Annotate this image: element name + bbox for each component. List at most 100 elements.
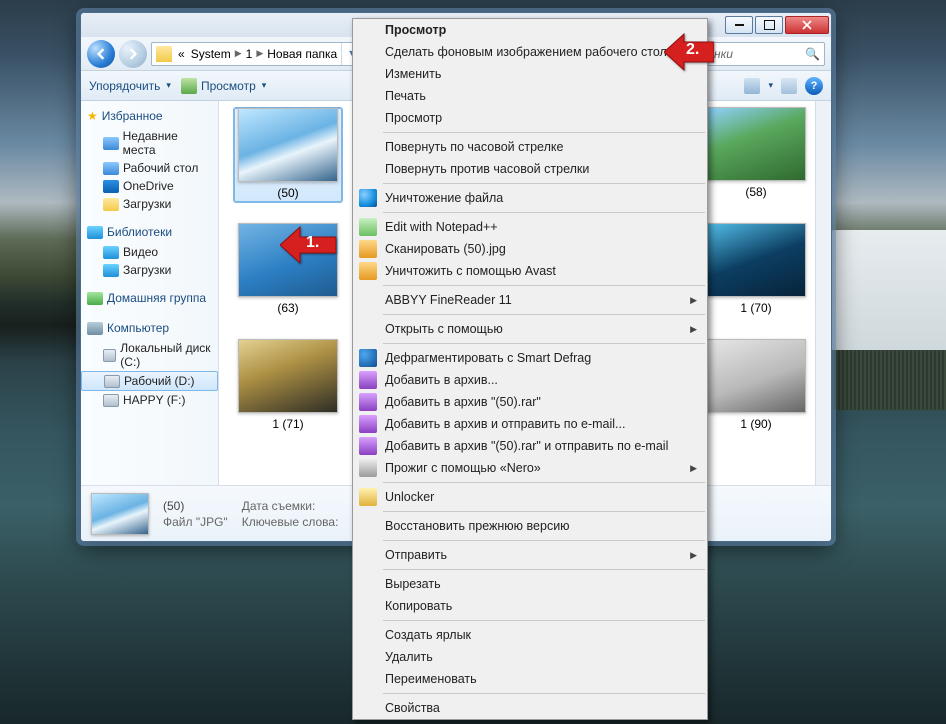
menu-item[interactable]: Открыть с помощью	[353, 318, 707, 340]
menu-icon	[359, 189, 377, 207]
back-button[interactable]	[87, 40, 115, 68]
separator	[383, 511, 705, 512]
breadcrumb-0[interactable]: System	[189, 47, 233, 61]
nav-recent[interactable]: Недавние места	[81, 127, 218, 159]
menu-item[interactable]: Дефрагментировать с Smart Defrag	[353, 347, 707, 369]
menu-item[interactable]: Повернуть по часовой стрелке	[353, 136, 707, 158]
favorites-group[interactable]: ★ Избранное	[81, 107, 218, 127]
recent-icon	[103, 137, 119, 150]
organize-button[interactable]: Упорядочить	[89, 79, 171, 93]
chevron-right-icon: ▶	[235, 48, 242, 59]
menu-item[interactable]: Сделать фоновым изображением рабочего ст…	[353, 41, 707, 63]
computer-group[interactable]: Компьютер	[81, 319, 218, 339]
menu-item[interactable]: Переименовать	[353, 668, 707, 690]
menu-label: Дефрагментировать с Smart Defrag	[385, 351, 591, 365]
thumbnail-image	[238, 339, 338, 413]
preview-button[interactable]: Просмотр	[181, 78, 266, 94]
menu-item[interactable]: Unlocker	[353, 486, 707, 508]
nav-downloads[interactable]: Загрузки	[81, 195, 218, 213]
menu-item[interactable]: Свойства	[353, 697, 707, 719]
video-icon	[103, 246, 119, 259]
separator	[383, 285, 705, 286]
nav-video[interactable]: Видео	[81, 243, 218, 261]
menu-label: Прожиг с помощью «Nero»	[385, 461, 541, 475]
separator	[383, 693, 705, 694]
disk-icon	[104, 375, 120, 388]
menu-label: Сделать фоновым изображением рабочего ст…	[385, 45, 674, 59]
separator	[383, 343, 705, 344]
menu-item[interactable]: Восстановить прежнюю версию	[353, 515, 707, 537]
menu-item[interactable]: Добавить в архив "(50).rar" и отправить …	[353, 435, 707, 457]
search-input[interactable]: нки 🔍	[707, 42, 825, 66]
search-placeholder: нки	[714, 47, 733, 61]
minimize-button[interactable]	[725, 16, 753, 34]
menu-label: Печать	[385, 89, 426, 103]
menu-label: Создать ярлык	[385, 628, 471, 642]
folder-icon	[156, 46, 172, 62]
separator	[383, 482, 705, 483]
menu-item[interactable]: Добавить в архив и отправить по e-mail..…	[353, 413, 707, 435]
menu-item[interactable]: Сканировать (50).jpg	[353, 238, 707, 260]
menu-item[interactable]: Edit with Notepad++	[353, 216, 707, 238]
breadcrumb-2[interactable]: Новая папка	[265, 47, 339, 61]
homegroup-icon	[87, 292, 103, 305]
menu-label: Изменить	[385, 67, 441, 81]
nav-lib-downloads[interactable]: Загрузки	[81, 261, 218, 279]
help-button[interactable]: ?	[805, 77, 823, 95]
menu-label: Добавить в архив...	[385, 373, 498, 387]
file-thumbnail[interactable]: (58)	[701, 107, 811, 199]
nav-desktop[interactable]: Рабочий стол	[81, 159, 218, 177]
file-thumbnail[interactable]: (50)	[233, 107, 343, 203]
file-thumbnail[interactable]: 1 (71)	[233, 339, 343, 431]
menu-item[interactable]: Удалить	[353, 646, 707, 668]
menu-label: Просмотр	[385, 23, 446, 37]
menu-item[interactable]: Уничтожить с помощью Avast	[353, 260, 707, 282]
menu-item[interactable]: Повернуть против часовой стрелки	[353, 158, 707, 180]
menu-item[interactable]: Просмотр	[353, 19, 707, 41]
menu-icon	[359, 488, 377, 506]
nav-onedrive[interactable]: OneDrive	[81, 177, 218, 195]
disk-icon	[103, 394, 119, 407]
libraries-group[interactable]: Библиотеки	[81, 223, 218, 243]
maximize-button[interactable]	[755, 16, 783, 34]
view-mode-button[interactable]	[744, 78, 760, 94]
nav-disk-f[interactable]: HAPPY (F:)	[81, 391, 218, 409]
menu-item[interactable]: Просмотр	[353, 107, 707, 129]
preview-icon	[181, 78, 197, 94]
file-thumbnail[interactable]: 1 (70)	[701, 223, 811, 315]
thumbnail-image	[706, 339, 806, 413]
menu-item[interactable]: Копировать	[353, 595, 707, 617]
nav-disk-d[interactable]: Рабочий (D:)	[81, 371, 218, 391]
menu-item[interactable]: Уничтожение файла	[353, 187, 707, 209]
menu-item[interactable]: Добавить в архив "(50).rar"	[353, 391, 707, 413]
menu-label: Добавить в архив "(50).rar" и отправить …	[385, 439, 668, 453]
menu-icon	[359, 218, 377, 236]
homegroup[interactable]: Домашняя группа	[81, 289, 218, 309]
forward-button[interactable]	[119, 40, 147, 68]
file-thumbnail[interactable]: 1 (90)	[701, 339, 811, 431]
menu-icon	[359, 437, 377, 455]
thumbnail-label: (58)	[745, 185, 766, 199]
scrollbar[interactable]	[815, 101, 831, 485]
menu-item[interactable]: Отправить	[353, 544, 707, 566]
preview-pane-button[interactable]	[781, 78, 797, 94]
menu-icon	[359, 459, 377, 477]
close-button[interactable]	[785, 16, 829, 34]
menu-label: Копировать	[385, 599, 452, 613]
breadcrumb-prefix[interactable]: «	[176, 47, 187, 61]
menu-item[interactable]: Создать ярлык	[353, 624, 707, 646]
menu-label: Переименовать	[385, 672, 477, 686]
navigation-pane[interactable]: ★ Избранное Недавние места Рабочий стол …	[81, 101, 219, 485]
nav-disk-c[interactable]: Локальный диск (C:)	[81, 339, 218, 371]
menu-item[interactable]: ABBYY FineReader 11	[353, 289, 707, 311]
menu-item[interactable]: Вырезать	[353, 573, 707, 595]
thumbnail-image	[238, 108, 338, 182]
breadcrumb-1[interactable]: 1	[244, 47, 255, 61]
menu-item[interactable]: Добавить в архив...	[353, 369, 707, 391]
menu-item[interactable]: Прожиг с помощью «Nero»	[353, 457, 707, 479]
menu-item[interactable]: Изменить	[353, 63, 707, 85]
menu-label: Восстановить прежнюю версию	[385, 519, 570, 533]
menu-item[interactable]: Печать	[353, 85, 707, 107]
thumbnail-label: 1 (90)	[740, 417, 771, 431]
separator	[383, 620, 705, 621]
